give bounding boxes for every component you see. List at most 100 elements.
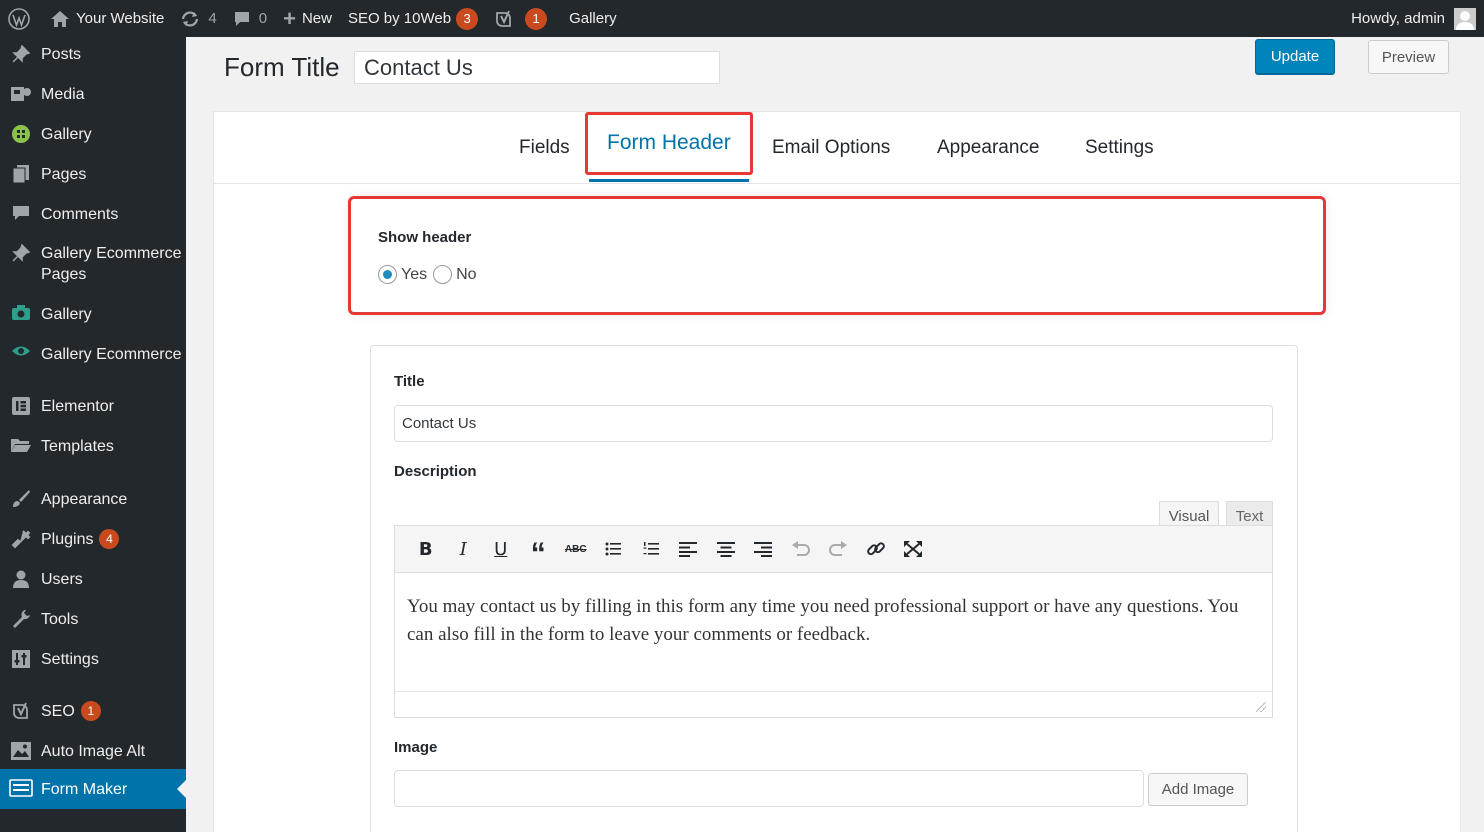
yoast-menu[interactable]: 1	[486, 0, 555, 37]
sidebar-item-label: Form Maker	[41, 781, 128, 798]
redo-icon[interactable]	[820, 534, 858, 564]
comments-count: 0	[258, 10, 268, 27]
undo-icon[interactable]	[782, 534, 820, 564]
sidebar-item-templates[interactable]: Templates	[0, 436, 186, 457]
sidebar-item-label: Templates	[41, 438, 114, 455]
camera-icon	[0, 304, 41, 322]
preview-button[interactable]: Preview	[1368, 40, 1449, 74]
update-button[interactable]: Update	[1255, 39, 1335, 74]
sidebar-item-label: Elementor	[41, 398, 114, 415]
gallery-icon	[0, 124, 41, 144]
form-title-input[interactable]	[354, 51, 720, 84]
site-name-menu[interactable]: Your Website	[42, 0, 172, 37]
sidebar-item-gallery-ecommerce[interactable]: Gallery Ecommerce	[0, 344, 186, 365]
sidebar-item-elementor[interactable]: Elementor	[0, 396, 186, 417]
numbered-list-icon[interactable]	[632, 534, 670, 564]
comments-icon	[0, 204, 41, 222]
sidebar-item-label: Users	[41, 571, 83, 588]
sidebar-item-label: Gallery Ecommerce Pages	[41, 245, 182, 283]
tab-form-header[interactable]: Form Header	[607, 131, 731, 155]
sidebar-item-label: Plugins	[41, 531, 94, 548]
sidebar-item-settings[interactable]: Settings	[0, 649, 186, 670]
underline-icon[interactable]: U	[482, 534, 520, 564]
admin-sidebar: Posts Media Gallery Pages Comments Galle…	[0, 37, 186, 832]
editor-tab-text[interactable]: Text	[1226, 501, 1273, 527]
align-center-icon[interactable]	[707, 534, 745, 564]
tab-appearance[interactable]: Appearance	[937, 137, 1039, 159]
updates-menu[interactable]: 4	[172, 0, 224, 37]
resize-handle-icon[interactable]	[1256, 702, 1266, 712]
editor-tab-visual[interactable]: Visual	[1159, 501, 1219, 527]
fullscreen-icon[interactable]	[895, 534, 933, 564]
yoast-badge: 1	[525, 7, 548, 30]
image-icon	[0, 741, 41, 761]
new-content-menu[interactable]: + New	[275, 0, 340, 37]
tab-email-options[interactable]: Email Options	[772, 137, 890, 159]
sidebar-item-label: Tools	[41, 611, 79, 628]
sidebar-item-appearance[interactable]: Appearance	[0, 489, 186, 510]
admin-bar: Your Website 4 0 + New SEO by 10Web 3 1 …	[0, 0, 1484, 37]
tab-fields[interactable]: Fields	[519, 137, 570, 159]
sidebar-item-gallery-2[interactable]: Gallery	[0, 304, 186, 325]
sidebar-item-label: Appearance	[41, 491, 128, 508]
show-header-label: Show header	[378, 229, 472, 246]
wordpress-logo-icon	[8, 7, 30, 30]
elementor-icon	[0, 396, 41, 416]
form-title-label: Form Title	[224, 52, 340, 82]
show-header-yes-radio[interactable]	[378, 265, 397, 284]
pages-icon	[0, 164, 41, 184]
my-account-menu[interactable]: Howdy, admin	[1351, 0, 1476, 37]
sidebar-item-label: Posts	[41, 46, 82, 63]
sidebar-item-seo[interactable]: SEO 1	[0, 701, 186, 722]
blockquote-icon[interactable]: “	[520, 534, 558, 570]
howdy-text: Howdy, admin	[1351, 10, 1445, 27]
sidebar-item-media[interactable]: Media	[0, 84, 186, 105]
wp-logo-menu[interactable]	[0, 0, 42, 37]
sidebar-item-posts[interactable]: Posts	[0, 44, 186, 65]
comments-menu[interactable]: 0	[225, 0, 275, 37]
gallery-menu[interactable]: Gallery	[555, 0, 625, 37]
brush-icon	[0, 489, 41, 509]
sidebar-item-label: Media	[41, 86, 85, 103]
new-label: New	[301, 10, 332, 27]
sidebar-item-pages[interactable]: Pages	[0, 164, 186, 185]
link-icon[interactable]	[857, 534, 895, 564]
image-label: Image	[394, 739, 438, 756]
sidebar-item-gallery[interactable]: Gallery	[0, 124, 186, 145]
seo-notification-badge: 1	[80, 701, 101, 721]
sidebar-item-label: Auto Image Alt	[41, 743, 146, 760]
bold-icon[interactable]: B	[407, 534, 445, 564]
italic-icon[interactable]: I	[445, 534, 483, 564]
add-image-button[interactable]: Add Image	[1148, 773, 1248, 806]
sidebar-item-label: Pages	[41, 166, 87, 183]
seo-10web-menu[interactable]: SEO by 10Web 3	[340, 0, 486, 37]
description-label: Description	[394, 463, 477, 480]
home-icon	[50, 10, 70, 28]
header-title-input[interactable]	[394, 405, 1273, 442]
align-right-icon[interactable]	[745, 534, 783, 564]
tab-settings[interactable]: Settings	[1085, 137, 1154, 159]
yoast-icon	[494, 9, 514, 29]
sidebar-item-plugins[interactable]: Plugins 4	[0, 529, 186, 550]
sidebar-item-comments[interactable]: Comments	[0, 204, 186, 225]
show-header-no-radio[interactable]	[433, 265, 453, 284]
description-editor[interactable]: You may contact us by filling in this fo…	[394, 573, 1273, 692]
strikethrough-icon[interactable]: ABC	[557, 534, 595, 564]
media-icon	[0, 84, 41, 104]
bulleted-list-icon[interactable]	[595, 534, 633, 564]
sidebar-item-users[interactable]: Users	[0, 569, 186, 590]
image-url-input[interactable]	[394, 770, 1144, 807]
sidebar-item-gallery-ecommerce-pages[interactable]: Gallery Ecommerce Pages	[0, 243, 186, 285]
sidebar-item-form-maker[interactable]: Form Maker	[0, 769, 186, 809]
align-left-icon[interactable]	[670, 534, 708, 564]
show-header-yes-label[interactable]: Yes	[401, 266, 427, 284]
show-header-no-label[interactable]: No	[456, 266, 476, 284]
settings-icon	[0, 649, 41, 669]
sidebar-item-label: Gallery Ecommerce	[41, 346, 182, 363]
sidebar-item-tools[interactable]: Tools	[0, 609, 186, 630]
active-tab-indicator	[589, 179, 749, 182]
title-label: Title	[394, 373, 425, 390]
form-icon	[0, 779, 41, 797]
eye-icon	[0, 344, 41, 358]
sidebar-item-auto-image-alt[interactable]: Auto Image Alt	[0, 741, 186, 762]
